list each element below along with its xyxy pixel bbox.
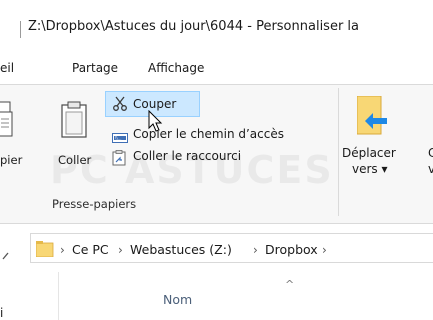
- breadcrumb-separator[interactable]: ›: [118, 243, 123, 257]
- breadcrumb-separator[interactable]: ›: [253, 243, 258, 257]
- file-list: [0, 272, 433, 320]
- copy-to-label[interactable]: C: [428, 146, 433, 160]
- breadcrumb-webastuces[interactable]: Webastuces (Z:): [130, 242, 232, 257]
- copy-icon[interactable]: [0, 100, 14, 144]
- paste-shortcut-icon: [112, 150, 126, 170]
- paste-shortcut-button[interactable]: Coller le raccourci: [133, 149, 241, 163]
- clipboard-group-label: Presse-papiers: [52, 197, 137, 211]
- nav-pane-item[interactable]: i: [0, 306, 3, 320]
- folder-icon: [35, 241, 54, 261]
- tab-partage[interactable]: Partage: [72, 61, 118, 75]
- column-header-name[interactable]: Nom: [163, 292, 192, 307]
- copy-button-label[interactable]: pier: [0, 153, 22, 167]
- up-arrow-icon[interactable]: [2, 246, 14, 265]
- ribbon-tabs: eil Partage Affichage: [0, 50, 433, 84]
- mouse-cursor-icon: [148, 109, 164, 138]
- tab-accueil[interactable]: eil: [0, 61, 45, 75]
- nav-pane-divider[interactable]: [58, 272, 59, 320]
- move-to-folder-icon[interactable]: [356, 95, 389, 140]
- title-separator: [20, 21, 21, 38]
- window-title: Z:\Dropbox\Astuces du jour\6044 - Person…: [28, 19, 360, 34]
- breadcrumb-separator[interactable]: ›: [322, 243, 327, 257]
- scissors-icon: [112, 95, 128, 115]
- paste-button-label[interactable]: Coller: [58, 153, 91, 167]
- breadcrumb-dropbox[interactable]: Dropbox: [265, 242, 318, 257]
- paste-icon[interactable]: [60, 100, 88, 144]
- move-to-label[interactable]: Déplacer: [342, 146, 396, 160]
- sort-ascending-icon: ^: [285, 278, 295, 291]
- breadcrumb-separator[interactable]: ›: [60, 243, 65, 257]
- ribbon-group-separator: [338, 88, 339, 216]
- move-to-dropdown[interactable]: vers ▾: [352, 162, 388, 176]
- svg-text:\\...: \\...: [115, 136, 122, 141]
- breadcrumb-ce-pc[interactable]: Ce PC: [72, 242, 109, 257]
- cut-button-label[interactable]: Couper: [133, 97, 176, 111]
- copy-path-icon: \\...: [112, 129, 128, 148]
- tab-affichage[interactable]: Affichage: [148, 61, 204, 75]
- copy-to-dropdown[interactable]: v: [428, 162, 433, 176]
